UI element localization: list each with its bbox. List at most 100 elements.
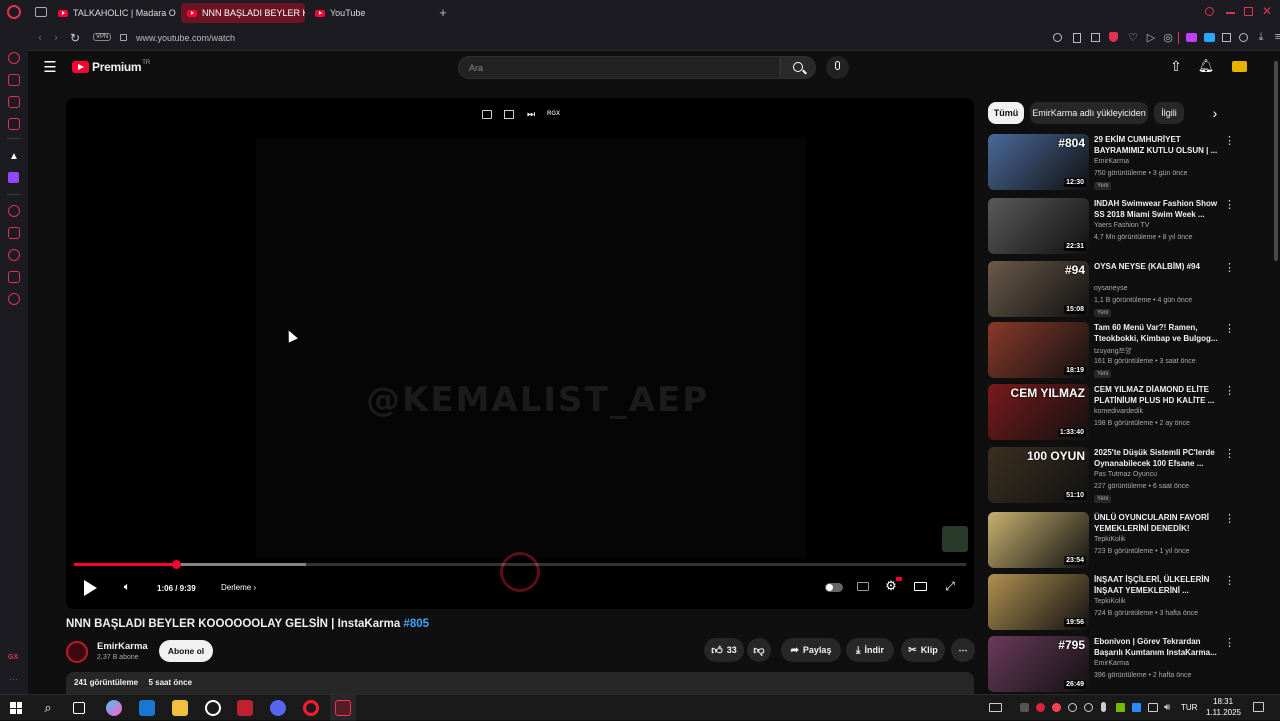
tab-current-video[interactable]: NNN BAŞLADI BEYLER K <box>181 3 305 23</box>
skip-icon[interactable]: ⏭ <box>525 109 537 120</box>
channel-avatar[interactable] <box>66 641 88 663</box>
recommendation-title[interactable]: CEM YILMAZ DİAMOND ELİTE PLATİNİUM PLUS … <box>1094 384 1222 406</box>
more-actions-button[interactable]: ⋯ <box>951 638 975 662</box>
recommendation-item[interactable]: #94 15:08 OYSA NEYSE (KALBİM) #94 oysaneyse… <box>988 261 1258 317</box>
download-icon[interactable]: ⤓ <box>1255 31 1267 43</box>
video-player[interactable]: @KEMALIST_AEP ⏭ RGX 🔈︎ 1:06 / 9:39 Derle… <box>66 98 974 609</box>
more-vert-icon[interactable]: ⋮ <box>1224 447 1235 460</box>
dislike-button[interactable]: 👎︎ <box>747 638 771 662</box>
pip-icon[interactable] <box>482 110 492 119</box>
autoplay-toggle[interactable] <box>825 583 843 592</box>
subscribe-button[interactable]: Abone ol <box>159 640 213 662</box>
tray-app-icon[interactable] <box>1020 703 1029 712</box>
adblock-icon[interactable] <box>1109 32 1118 42</box>
clock-time[interactable]: 18:31 <box>1213 697 1233 706</box>
tab-talkaholic[interactable]: TALKAHOLIC | Madara Ol <box>52 3 176 23</box>
recommendation-channel[interactable]: TepkiKolik <box>1094 536 1126 543</box>
video-thumbnail[interactable]: #804 12:30 <box>988 134 1089 190</box>
more-vert-icon[interactable]: ⋮ <box>1224 512 1235 525</box>
more-vert-icon[interactable]: ⋮ <box>1224 384 1235 397</box>
more-vert-icon[interactable]: ⋮ <box>1224 574 1235 587</box>
tray-mic-icon[interactable] <box>1101 702 1106 712</box>
video-thumbnail[interactable]: #795 26:49 <box>988 636 1089 692</box>
sidebar-aria-icon[interactable] <box>8 52 20 64</box>
sidebar-gx-icon[interactable]: GX <box>8 654 18 661</box>
sidebar-bookmarks-icon[interactable] <box>8 227 20 239</box>
close-window-button[interactable]: ✕ <box>1262 5 1274 17</box>
recommendation-item[interactable]: CEM YILMAZ 1:33:40 CEM YILMAZ DİAMOND ELİT… <box>988 384 1258 440</box>
opera-logo-icon[interactable] <box>7 5 21 19</box>
recommendation-item[interactable]: #795 26:49 Ebonivon | Görev Tekrardan Başa… <box>988 636 1258 692</box>
discord-icon[interactable] <box>270 700 286 716</box>
recommendation-channel[interactable]: EmirKarma <box>1094 660 1129 667</box>
back-icon[interactable]: ‹ <box>34 31 46 45</box>
menu-icon[interactable]: ≡ <box>1272 31 1280 43</box>
minimize-button[interactable] <box>1226 12 1235 14</box>
channel-watermark-icon[interactable] <box>942 526 968 552</box>
more-vert-icon[interactable]: ⋮ <box>1224 261 1235 274</box>
network-icon[interactable] <box>1148 703 1158 712</box>
sidebar-ai-icon[interactable] <box>8 74 20 86</box>
rgx-badge[interactable]: RGX <box>547 111 560 117</box>
app-icon[interactable] <box>237 700 253 716</box>
profile-icon[interactable] <box>1239 33 1248 42</box>
puzzle-icon[interactable] <box>1222 33 1231 42</box>
tab-youtube[interactable]: YouTube <box>309 3 429 23</box>
progress-scrubber[interactable] <box>171 560 181 569</box>
language-indicator[interactable]: TUR <box>1181 703 1197 712</box>
video-thumbnail[interactable]: 22:31 <box>988 198 1089 254</box>
miniplayer-icon[interactable] <box>504 110 514 119</box>
theater-mode-icon[interactable] <box>914 582 927 591</box>
download-button[interactable]: ⤓ İndir <box>846 638 894 662</box>
sidebar-tiktok-icon[interactable]: ▲ <box>8 150 20 162</box>
tray-app-icon[interactable] <box>1068 703 1077 712</box>
opera-gx-taskbar-icon[interactable] <box>205 700 221 716</box>
sidebar-extensions-icon[interactable] <box>8 271 20 283</box>
pin-icon[interactable] <box>1073 33 1081 43</box>
clock-date[interactable]: 1.11.2025 <box>1206 708 1241 717</box>
new-tab-button[interactable]: + <box>436 5 450 20</box>
progress-track[interactable] <box>74 560 966 569</box>
sidebar-settings-icon[interactable] <box>8 293 20 305</box>
create-upload-icon[interactable]: ⇧ <box>1168 58 1184 74</box>
recommendation-item[interactable]: #804 12:30 29 EKİM CUMHURİYET BAYRAMIMIZ K… <box>988 134 1258 190</box>
windows-start-icon[interactable] <box>10 702 22 714</box>
recommendation-title[interactable]: INDAH Swimwear Fashion Show SS 2018 Miam… <box>1094 198 1222 220</box>
send-icon[interactable]: ▷ <box>1145 31 1157 44</box>
search-button[interactable] <box>780 56 816 79</box>
youtube-logo[interactable]: Premium TR <box>72 60 150 74</box>
recommendation-item[interactable]: 23:54 ÜNLÜ OYUNCULARIN FAVORİ YEMEKLERİNİ… <box>988 512 1258 568</box>
sidebar-history-icon[interactable] <box>8 249 20 261</box>
recommendation-item[interactable]: 100 OYUN 51:10 2025'te Düşük Sistemli PC'l… <box>988 447 1258 503</box>
recommendation-item[interactable]: 19:56 İNŞAAT İŞÇİLERİ, ÜLKELERİN İNŞAAT Y… <box>988 574 1258 630</box>
sidebar-more-icon[interactable]: ··· <box>9 674 18 684</box>
search-tabs-icon[interactable] <box>1205 7 1214 16</box>
recommendation-channel[interactable]: oysaneyse <box>1094 285 1127 292</box>
recommendation-channel[interactable]: EmirKarma <box>1094 158 1129 165</box>
vpn-icon[interactable] <box>1186 33 1197 42</box>
voice-search-button[interactable] <box>826 56 849 79</box>
video-thumbnail[interactable]: 19:56 <box>988 574 1089 630</box>
tray-app-icon[interactable] <box>1084 703 1093 712</box>
page-scrollbar[interactable] <box>1272 51 1280 694</box>
recommendation-channel[interactable]: komedivardedik <box>1094 408 1143 415</box>
more-vert-icon[interactable]: ⋮ <box>1224 636 1235 649</box>
tray-nvidia-icon[interactable] <box>1116 703 1125 712</box>
sidebar-messenger-icon[interactable] <box>8 96 20 108</box>
recommendation-title[interactable]: Tam 60 Menü Var?! Ramen, Tteokbokki, Kim… <box>1094 322 1222 344</box>
chip-all[interactable]: Tümü <box>988 102 1024 124</box>
zoom-icon[interactable] <box>1053 33 1062 42</box>
recommendation-title[interactable]: ÜNLÜ OYUNCULARIN FAVORİ YEMEKLERİNİ DENE… <box>1094 512 1222 534</box>
keyboard-icon[interactable] <box>989 703 1002 712</box>
recommendation-title[interactable]: OYSA NEYSE (KALBİM) #94 <box>1094 261 1222 272</box>
share-button[interactable]: ➦ Paylaş <box>781 638 841 662</box>
avatar[interactable] <box>1232 61 1247 72</box>
volume-icon[interactable]: 🔈︎ <box>120 580 134 594</box>
video-thumbnail[interactable]: CEM YILMAZ 1:33:40 <box>988 384 1089 440</box>
more-vert-icon[interactable]: ⋮ <box>1224 322 1235 335</box>
recommendation-channel[interactable]: Pas Tutmaz Oyuncu <box>1094 471 1157 478</box>
recommendation-channel[interactable]: tzuyang쯔양 <box>1094 346 1131 356</box>
heart-icon[interactable]: ♡ <box>1127 31 1139 44</box>
chip-related[interactable]: İlgili <box>1154 102 1184 124</box>
tray-app-icon[interactable] <box>1132 703 1141 712</box>
